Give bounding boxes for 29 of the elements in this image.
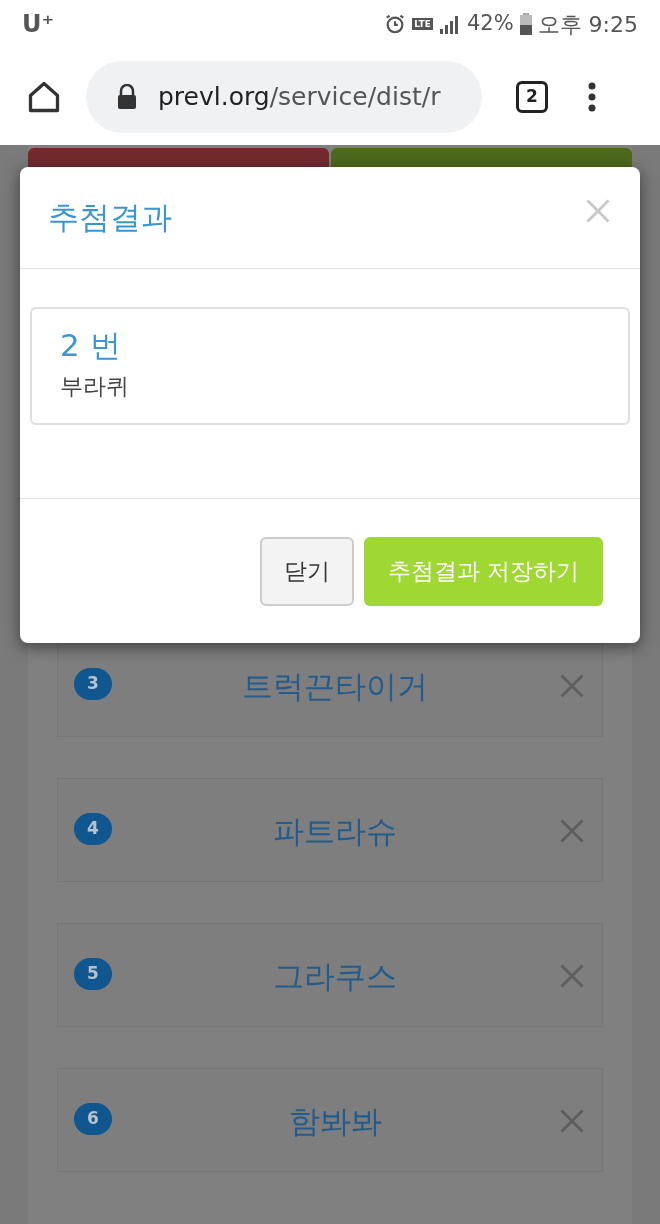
- close-icon[interactable]: [584, 196, 612, 225]
- battery-icon: [519, 13, 532, 35]
- address-bar[interactable]: prevl.org/service/dist/r: [86, 60, 482, 133]
- close-icon[interactable]: [558, 817, 586, 845]
- tab-count[interactable]: 2: [516, 80, 548, 113]
- url-text: prevl.org/service/dist/r: [158, 80, 441, 113]
- entry-name: 파트라슈: [272, 813, 398, 849]
- close-icon[interactable]: [558, 672, 586, 700]
- close-icon[interactable]: [558, 1107, 586, 1135]
- menu-icon[interactable]: [588, 81, 596, 112]
- alarm-icon: [384, 13, 407, 35]
- result-number: 2 번: [60, 326, 122, 365]
- lte-label: LTE: [412, 18, 433, 30]
- entry-name: 그라쿠스: [272, 958, 398, 994]
- number-badge: 3: [74, 668, 112, 700]
- result-name: 부라퀴: [60, 372, 130, 401]
- signal-icon: [438, 14, 461, 34]
- close-icon[interactable]: [558, 962, 586, 990]
- entry-name: 트럭끈타이거: [241, 668, 429, 704]
- dialog-title: 추첨결과: [48, 198, 172, 238]
- carrier-label: U⁺: [22, 9, 55, 40]
- number-badge: 5: [74, 958, 112, 990]
- lock-icon: [116, 83, 138, 110]
- close-button[interactable]: 닫기: [259, 536, 354, 606]
- number-badge: 6: [74, 1103, 112, 1135]
- number-badge: 4: [74, 813, 112, 845]
- entry-name: 함봐봐: [287, 1103, 383, 1139]
- battery-percent: 42%: [466, 10, 514, 38]
- clock: 오후 9:25: [537, 10, 638, 39]
